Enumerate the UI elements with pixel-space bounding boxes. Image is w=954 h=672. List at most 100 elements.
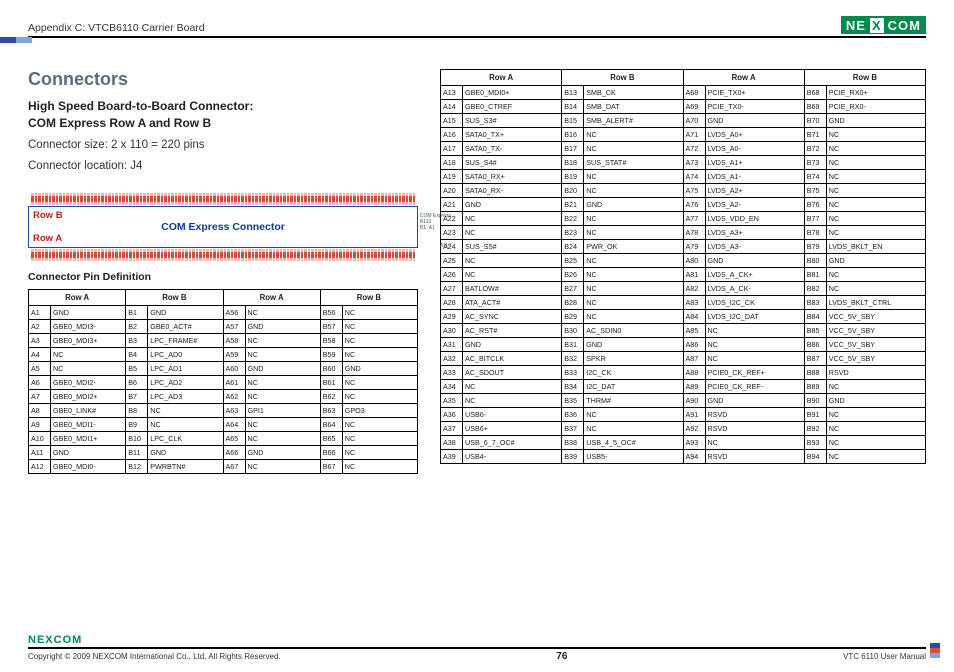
- pin-id: A93: [683, 436, 705, 450]
- pin-id: B58: [320, 334, 342, 348]
- signal-name: AC_SYNC: [463, 310, 562, 324]
- table-row: A8GBE0_LINK#B8NCA63GPI1B63GPO3: [29, 404, 418, 418]
- brand-post: COM: [885, 18, 924, 33]
- pin-id: B65: [320, 432, 342, 446]
- signal-name: NC: [584, 170, 683, 184]
- signal-name: GND: [584, 198, 683, 212]
- signal-name: NC: [584, 310, 683, 324]
- table-row: A24SUS_S5#B24PWR_OKA79LVDS_A3-B79LVDS_BK…: [441, 240, 926, 254]
- pin-id: A26: [441, 268, 463, 282]
- signal-name: NC: [245, 390, 320, 404]
- pin-id: B22: [562, 212, 584, 226]
- signal-name: GPI1: [245, 404, 320, 418]
- signal-name: GBE0_MDI0+: [463, 86, 562, 100]
- signal-name: RSVD: [705, 422, 804, 436]
- signal-name: LVDS_A0+: [705, 128, 804, 142]
- pin-id: A20: [441, 184, 463, 198]
- signal-name: GND: [148, 306, 223, 320]
- pin-id: B82: [804, 282, 826, 296]
- pin-id: B18: [562, 156, 584, 170]
- signal-name: GND: [826, 114, 925, 128]
- pin-id: A5: [29, 362, 51, 376]
- signal-name: NC: [705, 338, 804, 352]
- pin-id: B83: [804, 296, 826, 310]
- pin-id: A87: [683, 352, 705, 366]
- pin-id: A75: [683, 184, 705, 198]
- pin-id: B86: [804, 338, 826, 352]
- signal-name: LVDS_A2-: [705, 198, 804, 212]
- manual-name: VTC 6110 User Manual: [843, 652, 926, 661]
- table-row: A15SUS_S3#B15SMB_ALERT#A70GNDB70GND: [441, 114, 926, 128]
- table-row: A1GNDB1GNDA56NCB56NC: [29, 306, 418, 320]
- connector-location: Connector location: J4: [28, 158, 418, 175]
- pin-id: B63: [320, 404, 342, 418]
- pin-id: B15: [562, 114, 584, 128]
- table-row: A30AC_RST#B30AC_SDIN0A85NCB85VCC_5V_SBY: [441, 324, 926, 338]
- table-row: A34NCB34I2C_DATA89PCIE0_CK_REF-B89NC: [441, 380, 926, 394]
- signal-name: NC: [342, 334, 417, 348]
- pin-id: A69: [683, 100, 705, 114]
- signal-name: GND: [51, 446, 126, 460]
- row-b-label: Row B: [33, 210, 63, 221]
- pin-id: A17: [441, 142, 463, 156]
- pin-id: B71: [804, 128, 826, 142]
- footer-brand-post: COM: [54, 634, 83, 646]
- pin-id: B23: [562, 226, 584, 240]
- page-footer: NEXCOM Copyright © 2009 NEXCOM Internati…: [28, 634, 926, 662]
- signal-name: BATLOW#: [463, 282, 562, 296]
- signal-name: GBE0_MDI3-: [51, 320, 126, 334]
- pin-id: A91: [683, 408, 705, 422]
- pin-id: A78: [683, 226, 705, 240]
- table-row: A26NCB26NCA81LVDS_A_CK+B81NC: [441, 268, 926, 282]
- signal-name: LVDS_A3+: [705, 226, 804, 240]
- table-row: A25NCB25NCA80GNDB80GND: [441, 254, 926, 268]
- pin-id: A82: [683, 282, 705, 296]
- table-row: A31GNDB31GNDA86NCB86VCC_5V_SBY: [441, 338, 926, 352]
- table-row: A39USB4-B39USB5-A94RSVDB94NC: [441, 450, 926, 464]
- th-rowb: Row B: [562, 70, 683, 86]
- signal-name: AC_RST#: [463, 324, 562, 338]
- signal-name: GBE0_MDI1-: [51, 418, 126, 432]
- signal-name: NC: [342, 418, 417, 432]
- pin-id: B20: [562, 184, 584, 198]
- signal-name: PCIE_RX0-: [826, 100, 925, 114]
- pin-id: B34: [562, 380, 584, 394]
- pin-id: B24: [562, 240, 584, 254]
- pin-id: A86: [683, 338, 705, 352]
- signal-name: SUS_S4#: [463, 156, 562, 170]
- pin-id: B37: [562, 422, 584, 436]
- pin-id: B60: [320, 362, 342, 376]
- pin-id: A33: [441, 366, 463, 380]
- footer-brand-x: X: [45, 634, 53, 646]
- table-row: A37USB6+B37NCA92RSVDB92NC: [441, 422, 926, 436]
- th-rowb: Row B: [320, 290, 417, 306]
- signal-name: GBE0_MDI0-: [51, 460, 126, 474]
- pin-id: B72: [804, 142, 826, 156]
- pin-id: A14: [441, 100, 463, 114]
- table-row: A27BATLOW#B27NCA82LVDS_A_CK-B82NC: [441, 282, 926, 296]
- signal-name: NC: [584, 184, 683, 198]
- pin-id: A79: [683, 240, 705, 254]
- signal-name: NC: [342, 432, 417, 446]
- pin-id: A83: [683, 296, 705, 310]
- signal-name: NC: [148, 418, 223, 432]
- signal-name: I2C_DAT: [584, 380, 683, 394]
- signal-name: LPC_AD2: [148, 376, 223, 390]
- signal-name: NC: [584, 296, 683, 310]
- pin-id: A92: [683, 422, 705, 436]
- pin-id: A30: [441, 324, 463, 338]
- pin-id: B74: [804, 170, 826, 184]
- table-row: A17SATA0_TX-B17NCA72LVDS_A0-B72NC: [441, 142, 926, 156]
- pin-id: A60: [223, 362, 245, 376]
- pin-id: B57: [320, 320, 342, 334]
- table-row: A36USB6-B36NCA91RSVDB91NC: [441, 408, 926, 422]
- signal-name: NC: [826, 268, 925, 282]
- pin-id: A11: [29, 446, 51, 460]
- signal-name: GND: [705, 394, 804, 408]
- signal-name: SMB_DAT: [584, 100, 683, 114]
- signal-name: SUS_STAT#: [584, 156, 683, 170]
- pin-table-right: Row A Row B Row A Row B A13GBE0_MDI0+B13…: [440, 69, 926, 464]
- signal-name: SATA0_TX+: [463, 128, 562, 142]
- table-row: A28ATA_ACT#B28NCA83LVDS_I2C_CKB83LVDS_BK…: [441, 296, 926, 310]
- pin-id: B59: [320, 348, 342, 362]
